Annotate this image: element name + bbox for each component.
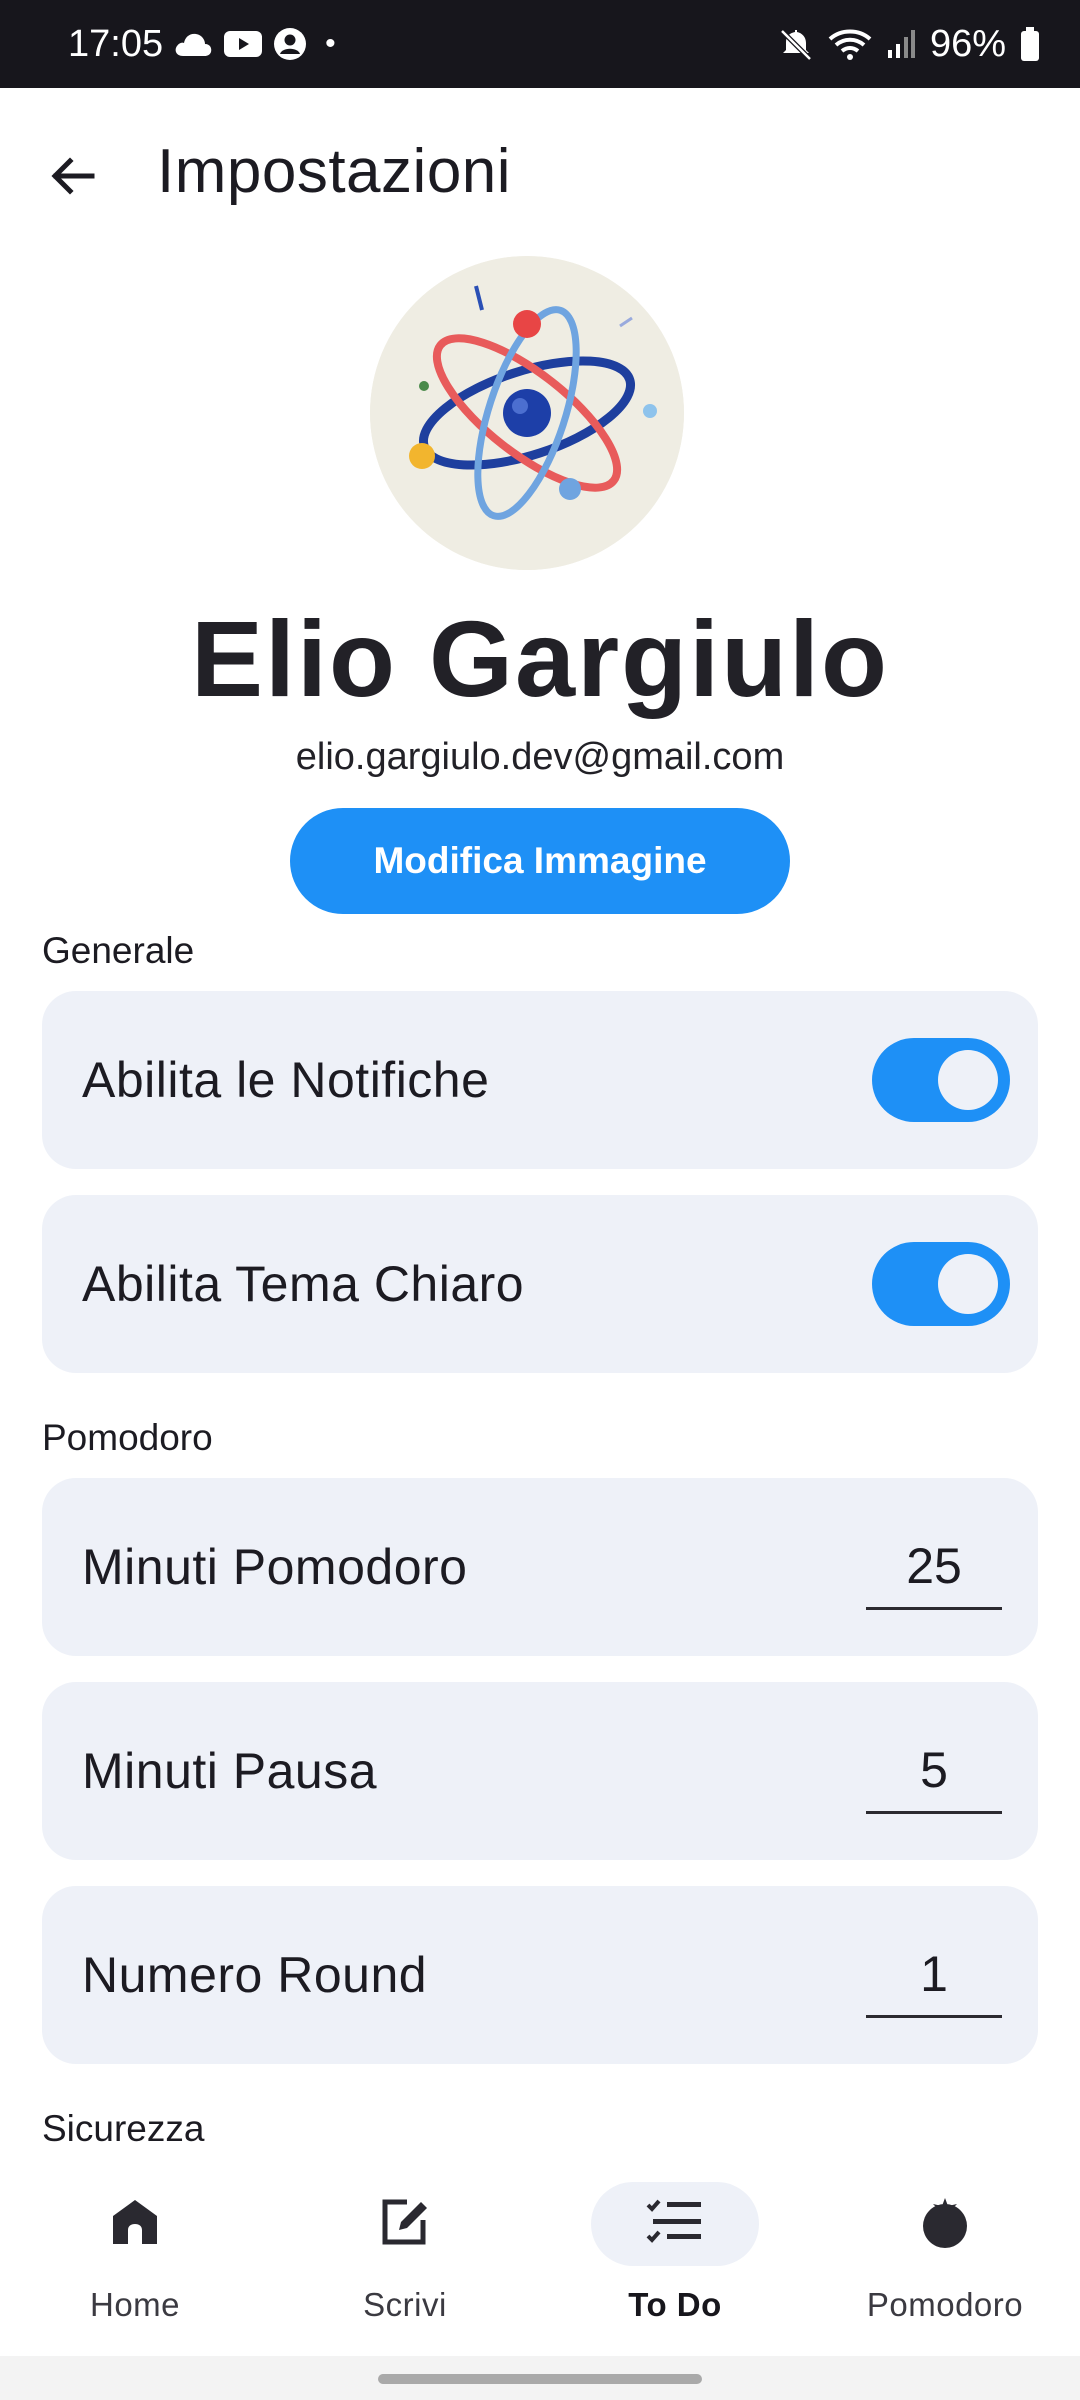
nav-label-pomodoro: Pomodoro xyxy=(866,2286,1024,2323)
light-theme-toggle[interactable] xyxy=(872,1242,1010,1326)
arrow-back-icon xyxy=(48,151,98,206)
section-label-security: Sicurezza xyxy=(42,2108,205,2149)
nav-item-home[interactable]: Home xyxy=(0,2166,270,2356)
app-bar: Impostazioni xyxy=(0,88,1080,256)
section-label-pomodoro: Pomodoro xyxy=(42,1417,213,1458)
nav-item-todo[interactable]: To Do xyxy=(540,2166,810,2356)
pomodoro-minutes-setting: Minuti Pomodoro 25 xyxy=(42,1478,1038,1656)
nav-icon-container xyxy=(591,2182,759,2266)
light-theme-setting: Abilita Tema Chiaro xyxy=(42,1195,1038,1373)
nav-label-todo: To Do xyxy=(628,2286,722,2323)
home-icon xyxy=(109,2196,161,2253)
rounds-label: Numero Round xyxy=(82,1947,428,2003)
profile-email: elio.gargiulo.dev@gmail.com xyxy=(295,736,785,778)
pause-minutes-label: Minuti Pausa xyxy=(82,1743,378,1799)
gesture-area xyxy=(0,2356,1080,2400)
section-label-general: Generale xyxy=(42,930,195,971)
notification-dot: • xyxy=(325,27,336,60)
toggle-knob xyxy=(938,1050,998,1110)
light-theme-label: Abilita Tema Chiaro xyxy=(82,1256,525,1312)
edit-icon xyxy=(377,2194,433,2255)
nav-icon-container xyxy=(51,2182,219,2266)
profile-name: Elio Gargiulo xyxy=(190,598,890,719)
rounds-input[interactable]: 1 xyxy=(866,1932,1002,2018)
nav-label-home: Home xyxy=(89,2286,181,2323)
pomodoro-minutes-input[interactable]: 25 xyxy=(866,1524,1002,1610)
rounds-setting: Numero Round 1 xyxy=(42,1886,1038,2064)
clock: 17:05 xyxy=(68,22,164,65)
signal-icon xyxy=(886,28,916,60)
notifications-toggle[interactable] xyxy=(872,1038,1010,1122)
page-title: Impostazioni xyxy=(157,137,512,206)
mute-icon xyxy=(778,26,814,62)
atom-illustration xyxy=(370,256,684,570)
bottom-navigation: Home Scrivi To Do Pomodoro xyxy=(0,2166,1080,2356)
notifications-setting: Abilita le Notifiche xyxy=(42,991,1038,1169)
nav-item-pomodoro[interactable]: Pomodoro xyxy=(810,2166,1080,2356)
pause-minutes-setting: Minuti Pausa 5 xyxy=(42,1682,1038,1860)
nav-item-scrivi[interactable]: Scrivi xyxy=(270,2166,540,2356)
checklist-icon xyxy=(645,2196,705,2253)
pomodoro-minutes-label: Minuti Pomodoro xyxy=(82,1539,468,1595)
nav-icon-container xyxy=(861,2182,1029,2266)
avatar xyxy=(370,256,684,570)
pause-minutes-input[interactable]: 5 xyxy=(866,1728,1002,1814)
wifi-icon xyxy=(828,27,872,61)
nav-icon-container xyxy=(321,2182,489,2266)
account-icon xyxy=(273,27,307,61)
back-button[interactable] xyxy=(38,143,108,213)
status-bar: 17:05 • 96% xyxy=(0,0,1080,88)
home-gesture-bar[interactable] xyxy=(378,2374,702,2384)
tomato-icon xyxy=(917,2194,973,2255)
battery-level: 96% xyxy=(929,22,1006,65)
toggle-knob xyxy=(938,1254,998,1314)
cloud-icon xyxy=(173,30,213,58)
battery-icon xyxy=(1020,27,1040,61)
nav-label-scrivi: Scrivi xyxy=(363,2286,447,2323)
edit-image-button[interactable]: Modifica Immagine xyxy=(290,808,790,914)
youtube-icon xyxy=(223,29,263,59)
notifications-label: Abilita le Notifiche xyxy=(82,1052,490,1108)
